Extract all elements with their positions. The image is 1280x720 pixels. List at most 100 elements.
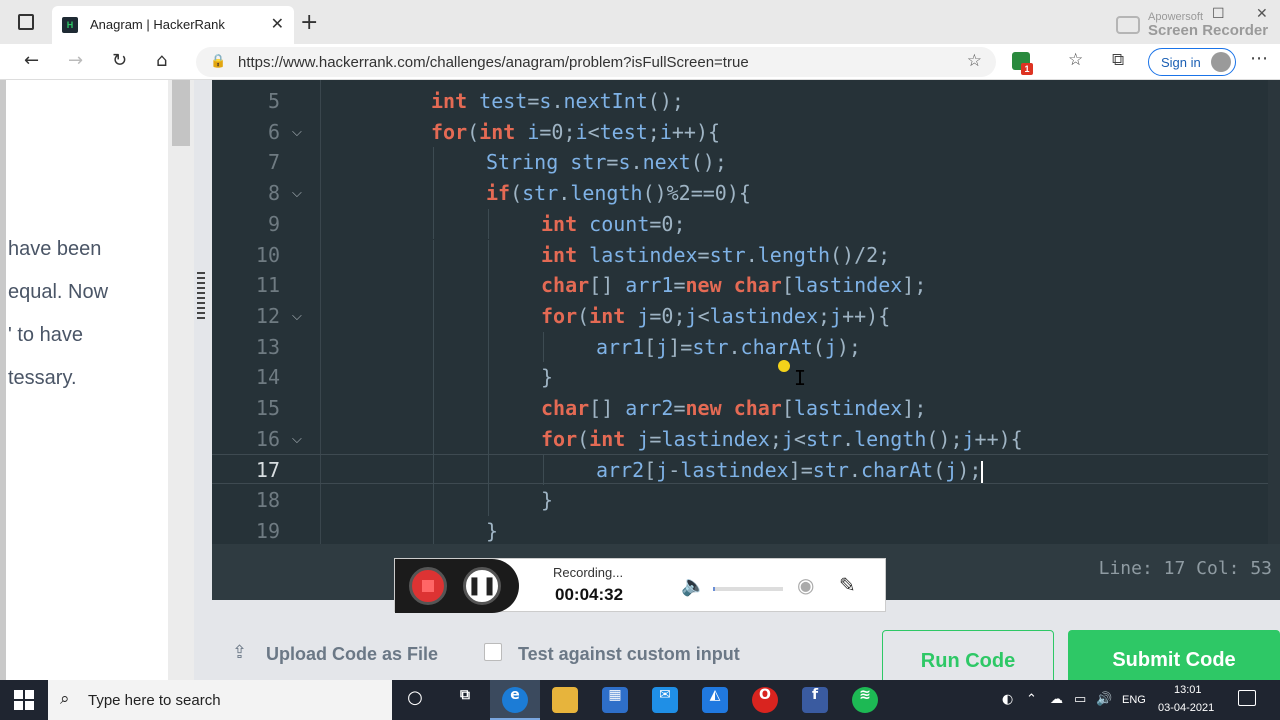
tray-app-icon[interactable]: ◐ [1002,692,1013,707]
code-line[interactable]: 16 ⌵ for(int j=lastindex;j<str.length();j+… [212,424,1280,454]
collections-icon[interactable]: ⧉ [1112,50,1124,70]
fold-chevron-icon[interactable]: ⌵ [292,186,302,201]
problem-text-line: ' to have [8,324,83,346]
taskbar-search-box[interactable]: ⌕ Type here to search [48,680,392,720]
task-view-icon[interactable]: ⧉ [452,687,478,713]
indent-guide [433,147,434,179]
opera-icon[interactable]: O [752,687,778,713]
code-line[interactable]: 6 ⌵ for(int i=0;i<test;i++){ [212,117,1280,147]
more-menu-icon[interactable]: ⋯ [1250,48,1268,69]
problem-description-panel: have been equal. Now ' to have tessary. [0,80,168,680]
new-tab-icon[interactable]: + [300,10,318,35]
close-tab-icon[interactable]: ✕ [271,14,284,33]
facebook-icon[interactable]: f [802,687,828,713]
battery-icon[interactable]: ▭ [1074,692,1086,707]
clock-time[interactable]: 13:01 [1174,684,1202,696]
line-number: 5 [267,89,280,113]
panel-resize-handle[interactable] [197,272,205,322]
tray-cloud-icon[interactable]: ☁ [1050,692,1063,707]
notification-icon[interactable] [1238,690,1256,706]
volume-icon[interactable]: 🔊 [1096,692,1112,707]
stop-recording-button[interactable] [409,567,447,605]
code-line[interactable]: 10 int lastindex=str.length()/2; [212,240,1280,270]
problem-text-line: have been [8,238,102,260]
problem-scrollbar[interactable] [168,80,194,680]
upload-icon[interactable]: ⇪ [232,642,247,663]
windows-start-icon[interactable] [14,690,34,710]
tab-actions-icon[interactable] [18,14,34,30]
indent-guide [433,485,434,516]
line-number: 6 [267,119,280,144]
code-text: char[] arr2=new char[lastindex]; [541,396,927,420]
language-indicator[interactable]: ENG [1122,694,1146,706]
code-line[interactable]: 17 arr2[j-lastindex]=str.charAt(j); [212,454,1280,485]
code-line[interactable]: 9 int count=0; [212,209,1280,239]
code-line[interactable]: 15 char[] arr2=new char[lastindex]; [212,393,1280,423]
fold-chevron-icon[interactable]: ⌵ [292,432,302,447]
pause-recording-button[interactable]: ❚❚ [463,567,501,605]
indent-guide [488,239,489,271]
edge-browser-icon[interactable]: e [502,687,528,713]
stop-icon [422,580,434,592]
indent-guide [433,423,434,455]
indent-guide [433,331,434,363]
url-text: https://www.hackerrank.com/challenges/an… [238,54,749,71]
indent-guide [488,454,489,486]
url-field[interactable]: 🔒 https://www.hackerrank.com/challenges/… [196,47,996,77]
browser-tab[interactable]: H Anagram | HackerRank ✕ [52,6,294,44]
indent-guide [433,178,434,209]
maximize-icon[interactable]: ☐ [1212,6,1225,22]
code-line[interactable]: 13 arr1[j]=str.charAt(j); [212,332,1280,362]
code-line[interactable]: 11 char[] arr1=new char[lastindex]; [212,270,1280,300]
line-number: 17 [255,458,280,483]
code-line[interactable]: 18} [212,485,1280,515]
custom-input-label[interactable]: Test against custom input [518,644,740,665]
fold-chevron-icon[interactable]: ⌵ [292,125,302,140]
line-number: 13 [255,334,280,359]
line-col-indicator: Line: 17 Col: 53 [1098,558,1272,579]
code-line[interactable]: 5 int test=s.nextInt(); [212,86,1280,116]
code-text: int lastindex=str.length()/2; [541,242,891,267]
sign-in-button[interactable]: Sign in [1148,48,1236,76]
code-text: arr1[j]=str.charAt(j); [596,334,861,359]
code-line[interactable]: 14} [212,362,1280,392]
app-icon[interactable]: ◭ [702,687,728,713]
volume-slider[interactable] [713,587,783,591]
file-explorer-icon[interactable] [552,687,578,713]
avatar [1211,52,1231,72]
upload-code-link[interactable]: Upload Code as File [266,644,438,665]
code-text: int count=0; [541,211,686,236]
editor-scrollbar[interactable] [1268,80,1280,544]
pen-icon[interactable]: ✎ [839,573,856,597]
webcam-icon[interactable]: ◉ [797,573,814,597]
code-text: String str=s.next(); [486,150,727,175]
refresh-icon[interactable]: ↻ [112,50,127,71]
indent-guide [433,515,434,544]
problem-scrollbar-thumb[interactable] [172,80,190,146]
editor-actions: ⇪ Upload Code as File Test against custo… [212,600,1280,690]
forward-icon[interactable]: → [68,50,83,71]
code-line[interactable]: 8 ⌵ if(str.length()%2==0){ [212,178,1280,208]
code-editor[interactable]: I 5 int test=s.nextInt(); 6 ⌵ for(int i=0;i<… [212,80,1280,544]
cortana-icon[interactable]: ○ [402,687,428,713]
mail-icon[interactable]: ✉ [652,687,678,713]
code-line[interactable]: 7 String str=s.next(); [212,147,1280,177]
tab-title: Anagram | HackerRank [90,17,225,32]
favorite-star-icon[interactable]: ☆ [967,51,982,71]
custom-input-checkbox[interactable] [484,643,502,661]
fold-chevron-icon[interactable]: ⌵ [292,309,302,324]
tray-chevron-icon[interactable]: ⌃ [1026,692,1037,707]
windows-taskbar: ⌕ Type here to search ○ ⧉ e ▦ ✉ ◭ O f ≋ … [0,680,1280,720]
spotify-icon[interactable]: ≋ [852,687,878,713]
store-icon[interactable]: ▦ [602,687,628,713]
speaker-icon[interactable]: 🔈 [681,573,706,597]
recorder-controls: ❚❚ [395,559,519,613]
home-icon[interactable]: ⌂ [156,50,167,71]
code-line[interactable]: 19} [212,516,1280,544]
search-icon: ⌕ [60,689,70,709]
back-icon[interactable]: ← [24,50,39,71]
close-window-icon[interactable]: ✕ [1256,6,1268,22]
favorites-icon[interactable]: ☆ [1068,50,1083,70]
code-line[interactable]: 12 ⌵ for(int j=0;j<lastindex;j++){ [212,301,1280,331]
clock-date[interactable]: 03-04-2021 [1158,702,1214,714]
